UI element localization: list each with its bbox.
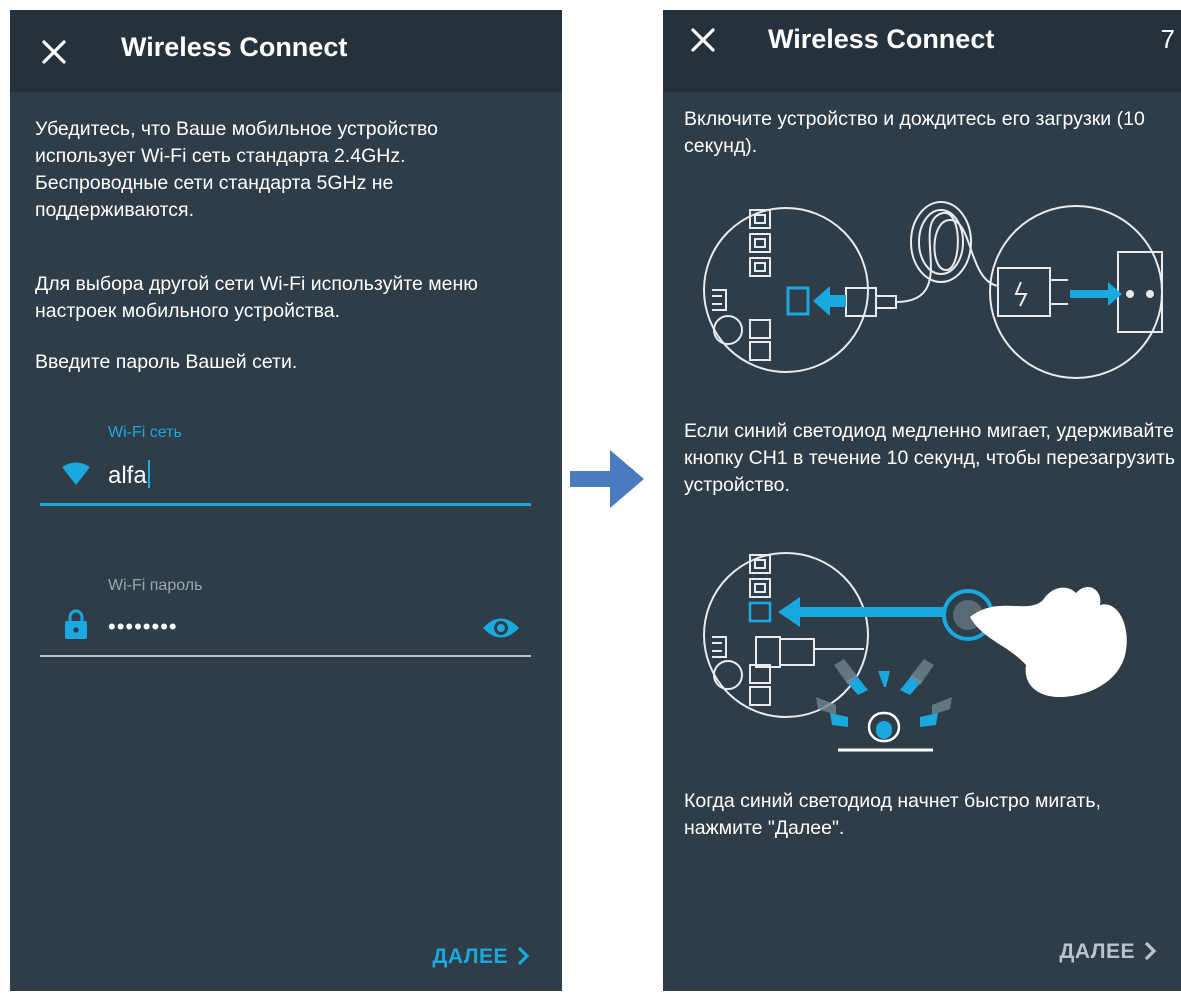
- instruction-text-1: Включите устройство и дождитесь его загр…: [684, 108, 1145, 157]
- chevron-right-icon: [517, 946, 530, 966]
- page-title: Wireless Connect: [768, 24, 995, 54]
- arrow-right-icon: [570, 450, 644, 508]
- wifi-network-input[interactable]: alfa: [108, 460, 150, 491]
- next-button-label: ДАЛЕЕ: [1059, 940, 1135, 963]
- password-field-label: Wi-Fi пароль: [108, 577, 203, 594]
- instruction-text-2: Для выбора другой сети Wi-Fi используйте…: [35, 273, 478, 322]
- next-button-label: ДАЛЕЕ: [432, 945, 508, 968]
- password-field-underline: [40, 655, 531, 657]
- wifi-password-input[interactable]: ••••••••: [108, 612, 178, 642]
- text-cursor: [147, 460, 150, 488]
- instruction-text-2: Если синий светодиод медленно мигает, уд…: [684, 420, 1176, 496]
- page-title: Wireless Connect: [121, 32, 348, 62]
- power-connection-illustration: [703, 201, 1163, 379]
- instruction-text-1: Убедитесь, что Ваше мобильное устройство…: [35, 118, 438, 221]
- instruction-text-3: Введите пароль Вашей сети.: [35, 351, 298, 373]
- close-icon[interactable]: [685, 22, 721, 58]
- step-number: 7: [1160, 24, 1175, 54]
- next-button[interactable]: ДАЛЕЕ: [1059, 938, 1157, 966]
- chevron-right-icon: [1144, 941, 1157, 961]
- reset-instructions-screen: Wireless Connect 7 Включите устройство и…: [663, 10, 1181, 991]
- close-icon[interactable]: [36, 34, 72, 70]
- wifi-network-value: alfa: [108, 462, 147, 489]
- instruction-text-3: Когда синий светодиод начнет быстро мига…: [684, 790, 1101, 839]
- wifi-settings-screen: Wireless Connect Убедитесь, что Ваше моб…: [10, 10, 562, 991]
- app-bar: Wireless Connect: [10, 10, 562, 92]
- reset-button-illustration: [703, 552, 1127, 752]
- wifi-field-label: Wi-Fi сеть: [108, 424, 182, 441]
- wifi-icon: [62, 462, 90, 485]
- lock-icon: [65, 609, 87, 639]
- app-bar: Wireless Connect 7: [663, 10, 1181, 92]
- wifi-field-underline: [40, 503, 531, 506]
- next-button[interactable]: ДАЛЕЕ: [432, 943, 530, 971]
- eye-icon[interactable]: [482, 615, 520, 641]
